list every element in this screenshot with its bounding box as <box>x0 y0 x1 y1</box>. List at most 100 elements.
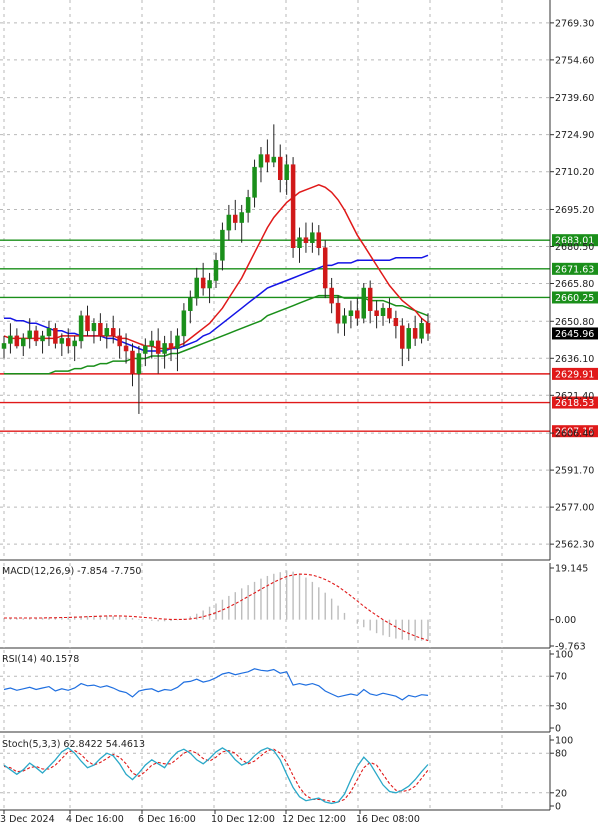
rsi-indicator-label: RSI(14) 40.1578 <box>2 654 79 665</box>
candle-body <box>98 323 103 337</box>
time-tick-label: 16 Dec 08:00 <box>356 814 420 825</box>
candle-body <box>412 328 418 339</box>
candle-body <box>155 340 161 354</box>
chart-canvas[interactable]: 2683.012671.632660.252629.912618.532607.… <box>0 0 600 826</box>
candle-body <box>1 343 7 349</box>
stoch-tick-label: 100 <box>555 736 573 747</box>
candle-body <box>46 328 52 337</box>
time-tick-label: 6 Dec 16:00 <box>138 814 196 825</box>
candle-body <box>233 214 238 223</box>
candle-body <box>72 340 77 347</box>
price-tick-label: 2739.60 <box>555 93 594 104</box>
stoch-tick-label: 20 <box>555 788 567 799</box>
candle-body <box>277 156 283 181</box>
candle-body <box>380 307 386 316</box>
price-level-label: 2660.25 <box>555 293 594 304</box>
candle-body <box>207 280 212 289</box>
candle-body <box>40 335 45 342</box>
candle-body <box>297 237 302 248</box>
candle-body <box>200 277 206 289</box>
candle-body <box>355 310 360 319</box>
stoch-tick-label: 80 <box>555 749 567 760</box>
price-tick-label: 2606.40 <box>555 429 594 440</box>
candle-body <box>117 335 122 347</box>
price-level-label: 2671.63 <box>555 264 594 275</box>
candle-body <box>33 330 39 342</box>
price-tick-label: 2695.20 <box>555 205 594 216</box>
candle-body <box>194 277 199 299</box>
candle-body <box>322 247 328 289</box>
candle-body <box>406 328 411 349</box>
candle-body <box>175 335 180 349</box>
price-tick-label: 2724.90 <box>555 130 594 141</box>
candle-body <box>104 328 110 337</box>
macd-indicator-label: MACD(12,26,9) -7.854 -7.750 <box>2 566 141 577</box>
candle-body <box>425 323 431 334</box>
candle-body <box>123 345 129 352</box>
candle-body <box>188 297 193 311</box>
candle-body <box>367 287 373 311</box>
rsi-tick-label: 0 <box>555 724 561 735</box>
candle-body <box>290 164 296 248</box>
candle-body <box>14 335 20 347</box>
candle-body <box>361 287 367 319</box>
candle-body <box>8 335 13 344</box>
stoch-main-line <box>3 747 429 805</box>
rsi-tick-label: 30 <box>555 701 567 712</box>
candle-body <box>27 330 32 339</box>
price-tick-label: 2562.30 <box>555 540 594 551</box>
candle-body <box>220 229 225 261</box>
candle-body <box>271 156 277 163</box>
macd-tick-label: 19.145 <box>555 564 588 575</box>
candle-body <box>53 328 58 344</box>
candle-body <box>252 166 257 198</box>
price-tick-label: 2636.10 <box>555 354 594 365</box>
price-tick-label: 2650.80 <box>555 317 594 328</box>
stoch-tick-label: 0 <box>555 802 561 813</box>
candle-body <box>168 343 174 349</box>
rsi-tick-label: 70 <box>555 672 567 683</box>
candle-body <box>348 310 354 316</box>
candle-body <box>393 318 399 327</box>
candle-body <box>136 353 142 374</box>
candle-body <box>284 164 289 181</box>
candle-body <box>342 315 347 324</box>
macd-tick-label: 0.00 <box>555 615 576 626</box>
price-tick-label: 2577.00 <box>555 503 594 514</box>
candle-body <box>181 310 187 337</box>
candle-body <box>130 350 135 374</box>
candle-body <box>419 323 424 339</box>
candle-body <box>78 315 84 342</box>
price-tick-label: 2769.30 <box>555 18 594 29</box>
price-tick-label: 2754.60 <box>555 55 594 66</box>
current-price-label: 2645.96 <box>555 329 594 340</box>
candle-body <box>143 345 148 354</box>
candle-body <box>387 307 392 319</box>
candle-body <box>21 338 26 347</box>
candle-body <box>303 237 309 243</box>
rsi-tick-label: 100 <box>555 650 573 661</box>
candle-body <box>65 338 71 347</box>
price-tick-label: 2680.50 <box>555 242 594 253</box>
candle-body <box>265 154 270 163</box>
price-level-label: 2629.91 <box>555 369 594 380</box>
candle-body <box>239 212 244 223</box>
candle-body <box>110 328 116 337</box>
time-tick-label: 12 Dec 12:00 <box>282 814 346 825</box>
candle-body <box>310 232 315 243</box>
price-tick-label: 2710.20 <box>555 167 594 178</box>
candle-body <box>245 197 251 213</box>
price-tick-label: 2621.40 <box>555 391 594 402</box>
candle-body <box>91 323 97 332</box>
candle-body <box>400 325 405 349</box>
time-tick-label: 4 Dec 16:00 <box>66 814 124 825</box>
candle-body <box>374 310 379 316</box>
price-chart-window[interactable]: 2683.01 2671.63 2660.25 2629.91 2618.53 2607.… <box>0 0 600 826</box>
price-tick-label: 2665.80 <box>555 279 594 290</box>
stoch-indicator-label: Stoch(5,3,3) 62.8422 54.4613 <box>2 739 145 750</box>
candle-body <box>258 154 264 168</box>
candle-body <box>329 287 334 304</box>
candle-body <box>316 232 322 248</box>
candle-body <box>59 338 65 344</box>
time-tick-label: 10 Dec 12:00 <box>211 814 275 825</box>
